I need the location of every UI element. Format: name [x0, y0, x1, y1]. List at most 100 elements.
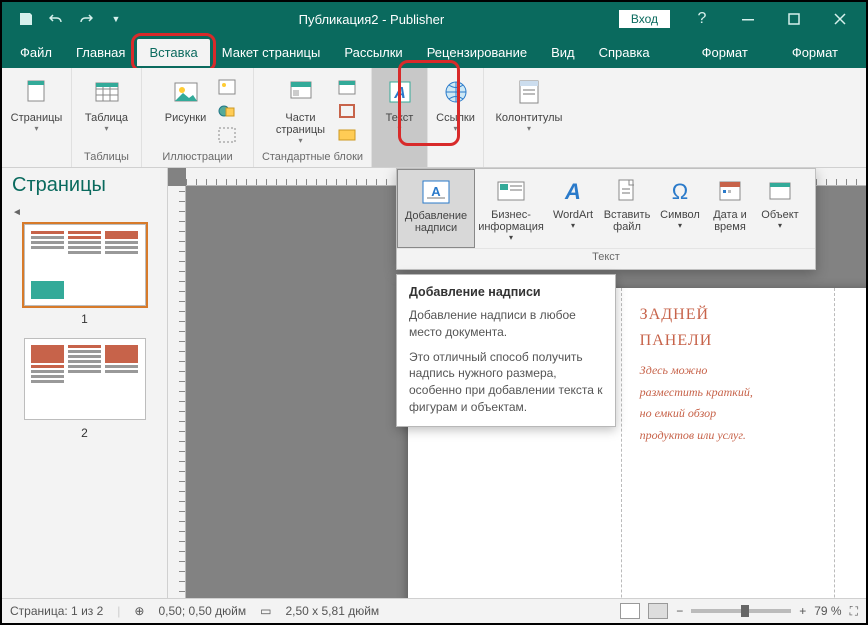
object-label: Объект: [761, 209, 798, 221]
ruler-vertical: [168, 186, 186, 602]
help-icon[interactable]: ?: [680, 4, 724, 34]
links-button[interactable]: Ссылки▾: [428, 72, 484, 137]
signin-button[interactable]: Вход: [619, 10, 670, 28]
svg-text:A: A: [431, 184, 441, 199]
redo-icon[interactable]: [78, 11, 94, 27]
view-single-icon[interactable]: [620, 603, 640, 619]
zoom-in-icon[interactable]: +: [799, 604, 806, 618]
status-position: 0,50; 0,50 дюйм: [158, 604, 246, 618]
pages-label: Страницы: [11, 112, 63, 124]
pictures-label: Рисунки: [165, 112, 207, 124]
links-label: Ссылки: [436, 112, 475, 124]
links-icon: [440, 76, 472, 108]
pictures-button[interactable]: Рисунки: [158, 72, 214, 149]
nav-title: Страницы: [12, 174, 157, 197]
save-icon[interactable]: [18, 11, 34, 27]
qat-dropdown-icon[interactable]: ▼: [108, 11, 124, 27]
parts-label: Части страницы: [276, 112, 325, 136]
view-spread-icon[interactable]: [648, 603, 668, 619]
tab-file[interactable]: Файл: [8, 39, 64, 66]
doc-heading-1: ЗАДНЕЙ: [640, 306, 817, 324]
text-button[interactable]: A Текст▾: [372, 72, 428, 137]
text-gallery: A Добавление надписи Бизнес- информация▾…: [396, 168, 816, 270]
header-icon: [513, 76, 545, 108]
business-info-button[interactable]: Бизнес- информация▾: [475, 169, 547, 248]
tab-home[interactable]: Главная: [64, 39, 137, 66]
nav-collapse-icon[interactable]: ◄: [12, 207, 157, 218]
tab-insert[interactable]: Вставка: [137, 39, 209, 66]
picture-icon: [170, 76, 202, 108]
tab-mailings[interactable]: Рассылки: [332, 39, 414, 66]
quick-access-toolbar: ▼ Публикация2 - Publisher Вход ?: [2, 2, 866, 36]
shapes-icon[interactable]: [216, 100, 238, 122]
file-icon: [611, 177, 643, 205]
table-icon: [91, 76, 123, 108]
add-textbox-button[interactable]: A Добавление надписи: [397, 169, 475, 248]
biz-label: Бизнес- информация: [478, 209, 544, 233]
fit-page-icon[interactable]: ⛶: [850, 604, 858, 619]
page-parts-button[interactable]: Части страницы▾: [268, 72, 334, 149]
online-pictures-icon[interactable]: [216, 76, 238, 98]
tab-layout[interactable]: Макет страницы: [210, 39, 333, 66]
table-label: Таблица: [85, 112, 128, 124]
undo-icon[interactable]: [48, 11, 64, 27]
close-icon[interactable]: [818, 4, 862, 34]
tooltip-p2: Это отличный способ получить надпись нуж…: [409, 349, 603, 416]
symbol-button[interactable]: Ω Символ▾: [655, 169, 705, 248]
svg-text:A: A: [393, 85, 406, 102]
zoom-out-icon[interactable]: −: [676, 604, 683, 618]
maximize-icon[interactable]: [772, 4, 816, 34]
doc-address: Основной адрес организации Адрес, строка…: [853, 329, 866, 399]
zoom-value: 79 %: [814, 604, 841, 618]
business-icon: [495, 177, 527, 205]
header-footer-button[interactable]: Колонтитулы▾: [487, 72, 571, 137]
blocks-group-label: Стандартные блоки: [262, 149, 363, 167]
tab-review[interactable]: Рецензирование: [415, 39, 539, 66]
minimize-icon[interactable]: [726, 4, 770, 34]
zoom-slider[interactable]: [691, 609, 791, 613]
svg-text:Ω: Ω: [672, 179, 688, 204]
page-thumbnail-1[interactable]: [24, 224, 146, 306]
tab-insert-label: Вставка: [149, 45, 197, 60]
page-thumbnail-2[interactable]: [24, 338, 146, 420]
doc-heading-2: ПАНЕЛИ: [640, 332, 817, 350]
tab-format-1[interactable]: Формат: [680, 39, 770, 66]
insert-file-button[interactable]: Вставить файл: [599, 169, 655, 248]
tab-format-2[interactable]: Формат: [770, 39, 860, 66]
tab-help[interactable]: Справка: [587, 39, 662, 66]
insfile-label: Вставить файл: [604, 209, 651, 233]
wordart-button[interactable]: A WordArt▾: [547, 169, 599, 248]
advertisements-icon[interactable]: [336, 124, 358, 146]
text-group-label: Текст: [397, 249, 815, 269]
canvas[interactable]: ЗАДНЕЙ ПАНЕЛИ Здесь можно разместить кра…: [168, 168, 866, 602]
window-title: Публикация2 - Publisher: [124, 12, 619, 27]
doc-body: Здесь можно разместить краткий, но емкий…: [640, 360, 817, 446]
doc-org: Название организации: [853, 306, 866, 325]
symbol-icon: Ω: [664, 177, 696, 205]
picture-placeholder-icon[interactable]: [216, 124, 238, 146]
textbox-icon: A: [420, 178, 452, 206]
text-label: Текст: [386, 112, 414, 124]
object-button[interactable]: Объект▾: [755, 169, 805, 248]
building-blocks-icon: [285, 76, 317, 108]
object-size-icon: ▭: [260, 604, 271, 618]
wordart-icon: A: [557, 177, 589, 205]
pages-button[interactable]: Страницы▾: [9, 72, 65, 137]
tooltip-title: Добавление надписи: [409, 285, 541, 299]
ribbon-tabs: Файл Главная Вставка Макет страницы Расс…: [2, 36, 866, 68]
tooltip: Добавление надписи Добавление надписи в …: [396, 274, 616, 427]
datetime-button[interactable]: Дата и время: [705, 169, 755, 248]
borders-icon[interactable]: [336, 100, 358, 122]
doc-contact: Телефон: 555-555-5555 Факс: 555-555-5555…: [853, 412, 866, 482]
calendar-icon: [714, 177, 746, 205]
illustrations-group-label: Иллюстрации: [162, 149, 232, 167]
calendars-icon[interactable]: [336, 76, 358, 98]
status-bar: Страница: 1 из 2 | ⊕ 0,50; 0,50 дюйм ▭ 2…: [2, 598, 866, 623]
status-page: Страница: 1 из 2: [10, 604, 103, 618]
page-icon: [21, 76, 53, 108]
datetime-label: Дата и время: [713, 209, 747, 233]
ribbon: Страницы▾ Таблица▾ Таблицы Рисунки Иллюс…: [2, 68, 866, 168]
page-number-1: 1: [12, 312, 157, 326]
table-button[interactable]: Таблица▾: [79, 72, 135, 137]
tab-view[interactable]: Вид: [539, 39, 587, 66]
